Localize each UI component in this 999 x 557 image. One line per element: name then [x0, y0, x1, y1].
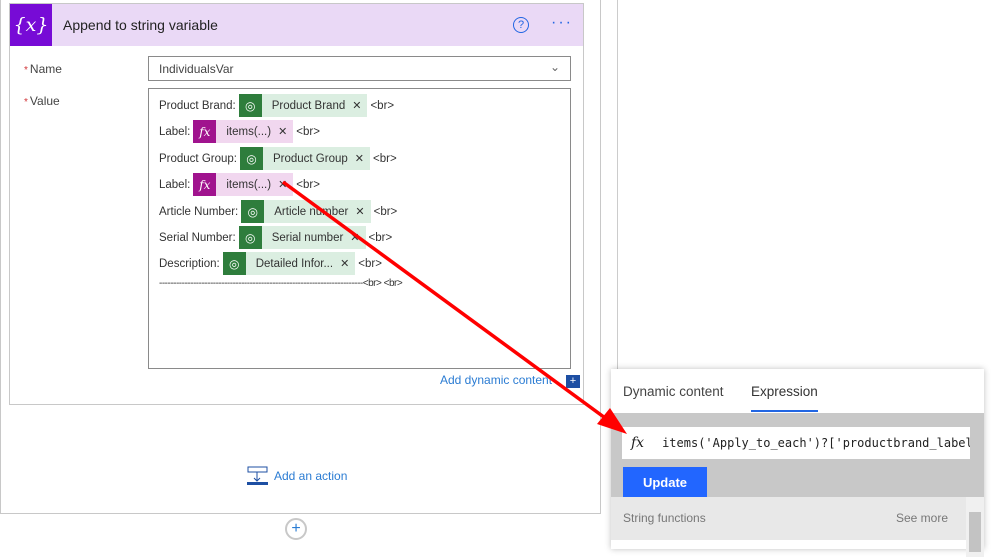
dataverse-icon: ◎ [239, 147, 263, 170]
update-button[interactable]: Update [623, 467, 707, 497]
br-text: <br> [296, 125, 320, 138]
value-row: Product Brand: ◎ Product Brand ✕ <br> [159, 94, 394, 117]
remove-token-icon[interactable]: ✕ [352, 99, 361, 112]
value-row: Label: fx items(...) ✕ <br> [159, 173, 320, 196]
remove-token-icon[interactable]: ✕ [350, 231, 359, 244]
remove-token-icon[interactable]: ✕ [355, 152, 364, 165]
dynamic-content-panel: Dynamic content Expression fx items('Appl… [611, 369, 984, 557]
separator-text: ----------------------------------------… [159, 278, 403, 289]
add-dynamic-content-icon[interactable]: + [566, 375, 580, 388]
chevron-down-icon: ⌄ [549, 60, 560, 74]
token-label: Product Group [272, 152, 348, 165]
name-label: * Name [24, 62, 62, 76]
divider [617, 0, 618, 370]
dataverse-icon: ◎ [241, 200, 265, 223]
token-label: Product Brand [271, 99, 346, 112]
card-title: Append to string variable [63, 17, 218, 33]
value-row: Label: fx items(...) ✕ <br> [159, 120, 320, 143]
br-text: <br> [358, 257, 382, 270]
dynamic-token[interactable]: ◎ Serial number ✕ [238, 226, 366, 249]
row-label: Product Group: [159, 152, 237, 165]
value-row: Description: ◎ Detailed Infor... ✕ <br> [159, 252, 382, 275]
fx-icon: fx [193, 120, 217, 143]
fx-icon: fx [193, 173, 217, 196]
value-row: Article Number: ◎ Article number ✕ <br> [159, 200, 397, 223]
expression-area: fx items('Apply_to_each')?['productbrand_… [611, 413, 984, 497]
value-row: Serial Number: ◎ Serial number ✕ <br> [159, 226, 392, 249]
variable-icon: {x} [10, 4, 52, 46]
remove-token-icon[interactable]: ✕ [340, 257, 349, 270]
br-text: <br> [368, 231, 393, 244]
br-text: <br> [370, 99, 395, 112]
row-label: Label: [159, 125, 191, 138]
token-label: items(...) [226, 178, 272, 191]
card-header[interactable]: {x} Append to string variable ? ··· [10, 4, 583, 46]
remove-token-icon[interactable]: ✕ [355, 205, 364, 218]
remove-token-icon[interactable]: ✕ [278, 178, 287, 191]
dataverse-icon: ◎ [238, 94, 262, 117]
section-title: String functions [623, 511, 706, 525]
fx-icon: fx [631, 435, 645, 451]
string-functions-section: String functions See more [611, 497, 966, 540]
row-label: Article Number: [159, 205, 239, 218]
more-options-icon[interactable]: ··· [551, 14, 573, 32]
help-icon[interactable]: ? [513, 17, 529, 33]
expression-token[interactable]: fx items(...) ✕ [193, 173, 294, 196]
tab-expression[interactable]: Expression [751, 384, 818, 412]
expression-text: items('Apply_to_each')?['productbrand_la… [662, 436, 970, 450]
see-more-link[interactable]: See more [896, 511, 948, 525]
add-action-label: Add an action [274, 469, 348, 483]
br-text: <br> [373, 205, 398, 218]
row-label: Description: [159, 257, 220, 270]
dynamic-token[interactable]: ◎ Product Group ✕ [239, 147, 370, 170]
insert-step-button[interactable]: + [285, 518, 307, 540]
token-label: items(...) [226, 125, 272, 138]
name-label-text: Name [29, 62, 62, 76]
dynamic-token[interactable]: ◎ Product Brand ✕ [238, 94, 368, 117]
name-dropdown[interactable]: IndividualsVar ⌄ [148, 56, 571, 81]
dynamic-token[interactable]: ◎ Article number ✕ [241, 200, 371, 223]
expression-input[interactable]: fx items('Apply_to_each')?['productbrand_… [622, 427, 970, 459]
name-value: IndividualsVar [159, 62, 234, 76]
append-variable-card: {x} Append to string variable ? ··· * Nam… [9, 3, 584, 405]
value-row: Product Group: ◎ Product Group ✕ <br> [159, 147, 397, 170]
add-action-button[interactable]: Add an action [247, 466, 347, 486]
add-dynamic-content-link[interactable]: Add dynamic content [440, 373, 552, 387]
dataverse-icon: ◎ [238, 226, 262, 249]
add-action-icon [247, 466, 268, 485]
token-label: Serial number [271, 231, 344, 244]
row-label: Product Brand: [159, 99, 236, 112]
expression-token[interactable]: fx items(...) ✕ [193, 120, 294, 143]
scrollbar[interactable] [966, 497, 984, 557]
scrollbar-thumb[interactable] [969, 512, 981, 552]
dynamic-token[interactable]: ◎ Detailed Infor... ✕ [222, 252, 356, 275]
value-input[interactable]: ----------------------------------------… [148, 88, 571, 369]
token-label: Detailed Infor... [255, 257, 334, 270]
row-label: Label: [159, 178, 191, 191]
dataverse-icon: ◎ [222, 252, 246, 275]
value-label-text: Value [29, 94, 60, 108]
br-text: <br> [373, 152, 397, 165]
br-text: <br> [296, 178, 320, 191]
token-label: Article number [274, 205, 349, 218]
value-label: * Value [24, 94, 60, 108]
row-label: Serial Number: [159, 231, 236, 244]
tab-dynamic-content[interactable]: Dynamic content [623, 384, 724, 399]
remove-token-icon[interactable]: ✕ [278, 125, 287, 138]
